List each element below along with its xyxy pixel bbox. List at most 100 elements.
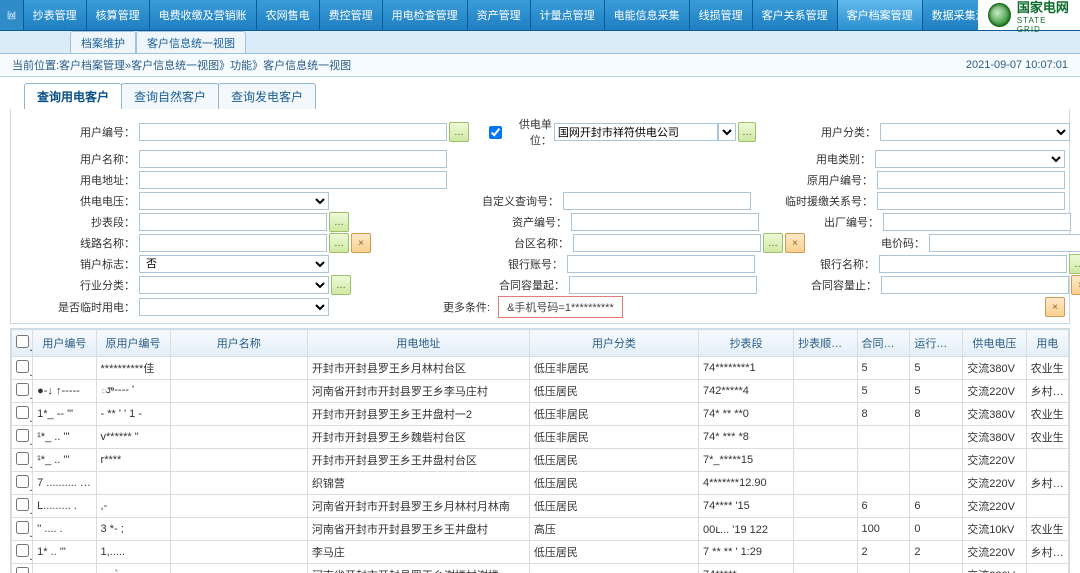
table-row[interactable]: '' .... .3 *- ;河南省开封市开封县罗王乡王井盘村高压00ւ... … xyxy=(12,518,1069,541)
select-use-type[interactable] xyxy=(875,150,1065,168)
select-industry[interactable] xyxy=(139,276,329,294)
table-row[interactable]: ― `河南省开封市开封县罗王乡谢楼村谢楼74*****交流220V xyxy=(12,564,1069,573)
col-3[interactable]: 用电地址 xyxy=(307,330,529,357)
table-row[interactable]: L......... .,-河南省开封市开封县罗王乡月林村月林南低压居民74**… xyxy=(12,495,1069,518)
top-nav-item-3[interactable]: 农网售电 xyxy=(257,0,320,30)
input-price[interactable] xyxy=(929,234,1080,252)
row-chk[interactable] xyxy=(16,498,29,511)
row-chk[interactable] xyxy=(16,521,29,534)
cell-run xyxy=(910,472,963,495)
select-user-class[interactable] xyxy=(880,123,1070,141)
input-line[interactable] xyxy=(139,234,327,252)
pick-tg-icon[interactable]: … xyxy=(763,233,783,253)
chk-all[interactable] xyxy=(16,335,29,348)
cell-run: 5 xyxy=(910,357,963,380)
clear-line-icon[interactable]: × xyxy=(351,233,371,253)
input-meter-seg[interactable] xyxy=(139,213,327,231)
pick-bank-icon[interactable]: … xyxy=(1069,254,1080,274)
input-user-name[interactable] xyxy=(139,150,447,168)
input-bank-acct[interactable] xyxy=(567,255,755,273)
table-row[interactable]: ●-↓ ↑-----ూ---- '河南省开封市开封县罗王乡李马庄村低压居民742… xyxy=(12,380,1069,403)
pick-meter-seg-icon[interactable]: … xyxy=(329,212,349,232)
input-supply-unit[interactable] xyxy=(554,123,719,141)
sub-tab-customer-view[interactable]: 客户信息统一视图 xyxy=(136,31,246,53)
sub-tab-archive[interactable]: 档案维护 xyxy=(70,31,136,53)
row-chk[interactable] xyxy=(16,383,29,396)
col-8[interactable]: 运行容量 xyxy=(910,330,963,357)
pick-line-icon[interactable]: … xyxy=(329,233,349,253)
input-cap-from[interactable] xyxy=(569,276,757,294)
col-10[interactable]: 用电 xyxy=(1026,330,1068,357)
table-row[interactable]: ¹*_ .. '"v****** "开封市开封县罗王乡魏砦村台区低压非居民74*… xyxy=(12,426,1069,449)
input-custom-q[interactable] xyxy=(563,192,751,210)
chk-supply-unit[interactable] xyxy=(489,126,502,139)
clear-all-icon[interactable]: × xyxy=(1045,297,1065,317)
input-bank-name[interactable] xyxy=(879,255,1067,273)
input-temp-rel[interactable] xyxy=(877,192,1065,210)
col-9[interactable]: 供电电压 xyxy=(963,330,1026,357)
top-nav-item-7[interactable]: 计量点管理 xyxy=(531,0,605,30)
tab-natural-customer[interactable]: 查询自然客户 xyxy=(121,83,219,109)
top-nav-item-10[interactable]: 客户关系管理 xyxy=(753,0,838,30)
input-factory-no[interactable] xyxy=(883,213,1071,231)
cell-use xyxy=(1026,564,1068,573)
col-2[interactable]: 用户名称 xyxy=(170,330,307,357)
input-cap-to[interactable] xyxy=(881,276,1069,294)
input-addr[interactable] xyxy=(139,171,447,189)
top-nav-item-5[interactable]: 用电检查管理 xyxy=(383,0,468,30)
row-chk[interactable] xyxy=(16,544,29,557)
top-nav-item-11[interactable]: 客户档案管理 xyxy=(838,0,923,30)
row-chk[interactable] xyxy=(16,452,29,465)
select-cancel[interactable]: 否 xyxy=(139,255,329,273)
pick-industry-icon[interactable]: … xyxy=(331,275,351,295)
tab-gen-customer[interactable]: 查询发电客户 xyxy=(218,83,316,109)
pick-user-no-icon[interactable]: … xyxy=(449,122,469,142)
top-nav-item-12[interactable]: 数据采集治理 xyxy=(923,0,979,30)
select-supply-unit[interactable] xyxy=(718,123,736,141)
input-asset-no[interactable] xyxy=(571,213,759,231)
lbl-voltage: 供电电压： xyxy=(15,193,139,209)
select-temp-use[interactable] xyxy=(139,298,329,316)
cell-name xyxy=(170,357,307,380)
col-4[interactable]: 用户分类 xyxy=(529,330,698,357)
cell-uid: 1*_ -- '" xyxy=(33,403,96,426)
row-chk[interactable] xyxy=(16,360,29,373)
table-row[interactable]: **********佳开封市开封县罗王乡月林村台区低压非居民74********… xyxy=(12,357,1069,380)
clear-cap-icon[interactable]: × xyxy=(1071,275,1080,295)
table-row[interactable]: ¹*_ .. '"r****开封市开封县罗王乡王井盘村台区低压居民7*_****… xyxy=(12,449,1069,472)
top-nav-item-1[interactable]: 核算管理 xyxy=(87,0,150,30)
cell-seq xyxy=(794,449,857,472)
input-user-no[interactable] xyxy=(139,123,447,141)
col-0[interactable]: 用户编号 xyxy=(33,330,96,357)
top-nav-item-9[interactable]: 线损管理 xyxy=(690,0,753,30)
top-nav-item-6[interactable]: 资产管理 xyxy=(468,0,531,30)
top-nav-item-2[interactable]: 电费收缴及营销账 xyxy=(150,0,257,30)
lbl-cap-from: 合同容量起： xyxy=(445,277,569,293)
table-row[interactable]: 1* .. '"1,.....李马庄低压居民7 ** ** ' 1:2922交流… xyxy=(12,541,1069,564)
lbl-bank-name: 银行名称： xyxy=(755,256,879,272)
tab-power-customer[interactable]: 查询用电客户 xyxy=(24,83,122,109)
top-nav-item-8[interactable]: 电能信息采集 xyxy=(605,0,690,30)
row-chk[interactable] xyxy=(16,406,29,419)
cell-orig: ,- xyxy=(96,495,170,518)
col-1[interactable]: 原用户编号 xyxy=(96,330,170,357)
table-row[interactable]: 7 .......... .3.1织锦营低压居民4*******12.90交流2… xyxy=(12,472,1069,495)
top-nav-item-0[interactable]: 抄表管理 xyxy=(24,0,87,30)
clear-tg-icon[interactable]: × xyxy=(785,233,805,253)
input-orig-no[interactable] xyxy=(877,171,1065,189)
col-7[interactable]: 合同容量 xyxy=(857,330,910,357)
select-voltage[interactable] xyxy=(139,192,329,210)
pick-supply-unit-icon[interactable]: … xyxy=(738,122,756,142)
row-chk[interactable] xyxy=(16,429,29,442)
col-5[interactable]: 抄表段 xyxy=(699,330,794,357)
lbl-user-no: 用户编号： xyxy=(15,124,139,140)
cell-seg: 7*_*****15 xyxy=(699,449,794,472)
row-chk[interactable] xyxy=(16,475,29,488)
row-chk[interactable] xyxy=(16,567,29,573)
table-row[interactable]: 1*_ -- '"- ** ' ' 1 -开封市开封县罗王乡王井盘村一2低压非居… xyxy=(12,403,1069,426)
input-tg[interactable] xyxy=(573,234,761,252)
top-nav-item-4[interactable]: 费控管理 xyxy=(320,0,383,30)
lbl-cancel: 销户标志： xyxy=(15,256,139,272)
more-criteria-value[interactable]: &手机号码=1********** xyxy=(498,296,623,318)
col-6[interactable]: 抄表顺序号 xyxy=(794,330,857,357)
